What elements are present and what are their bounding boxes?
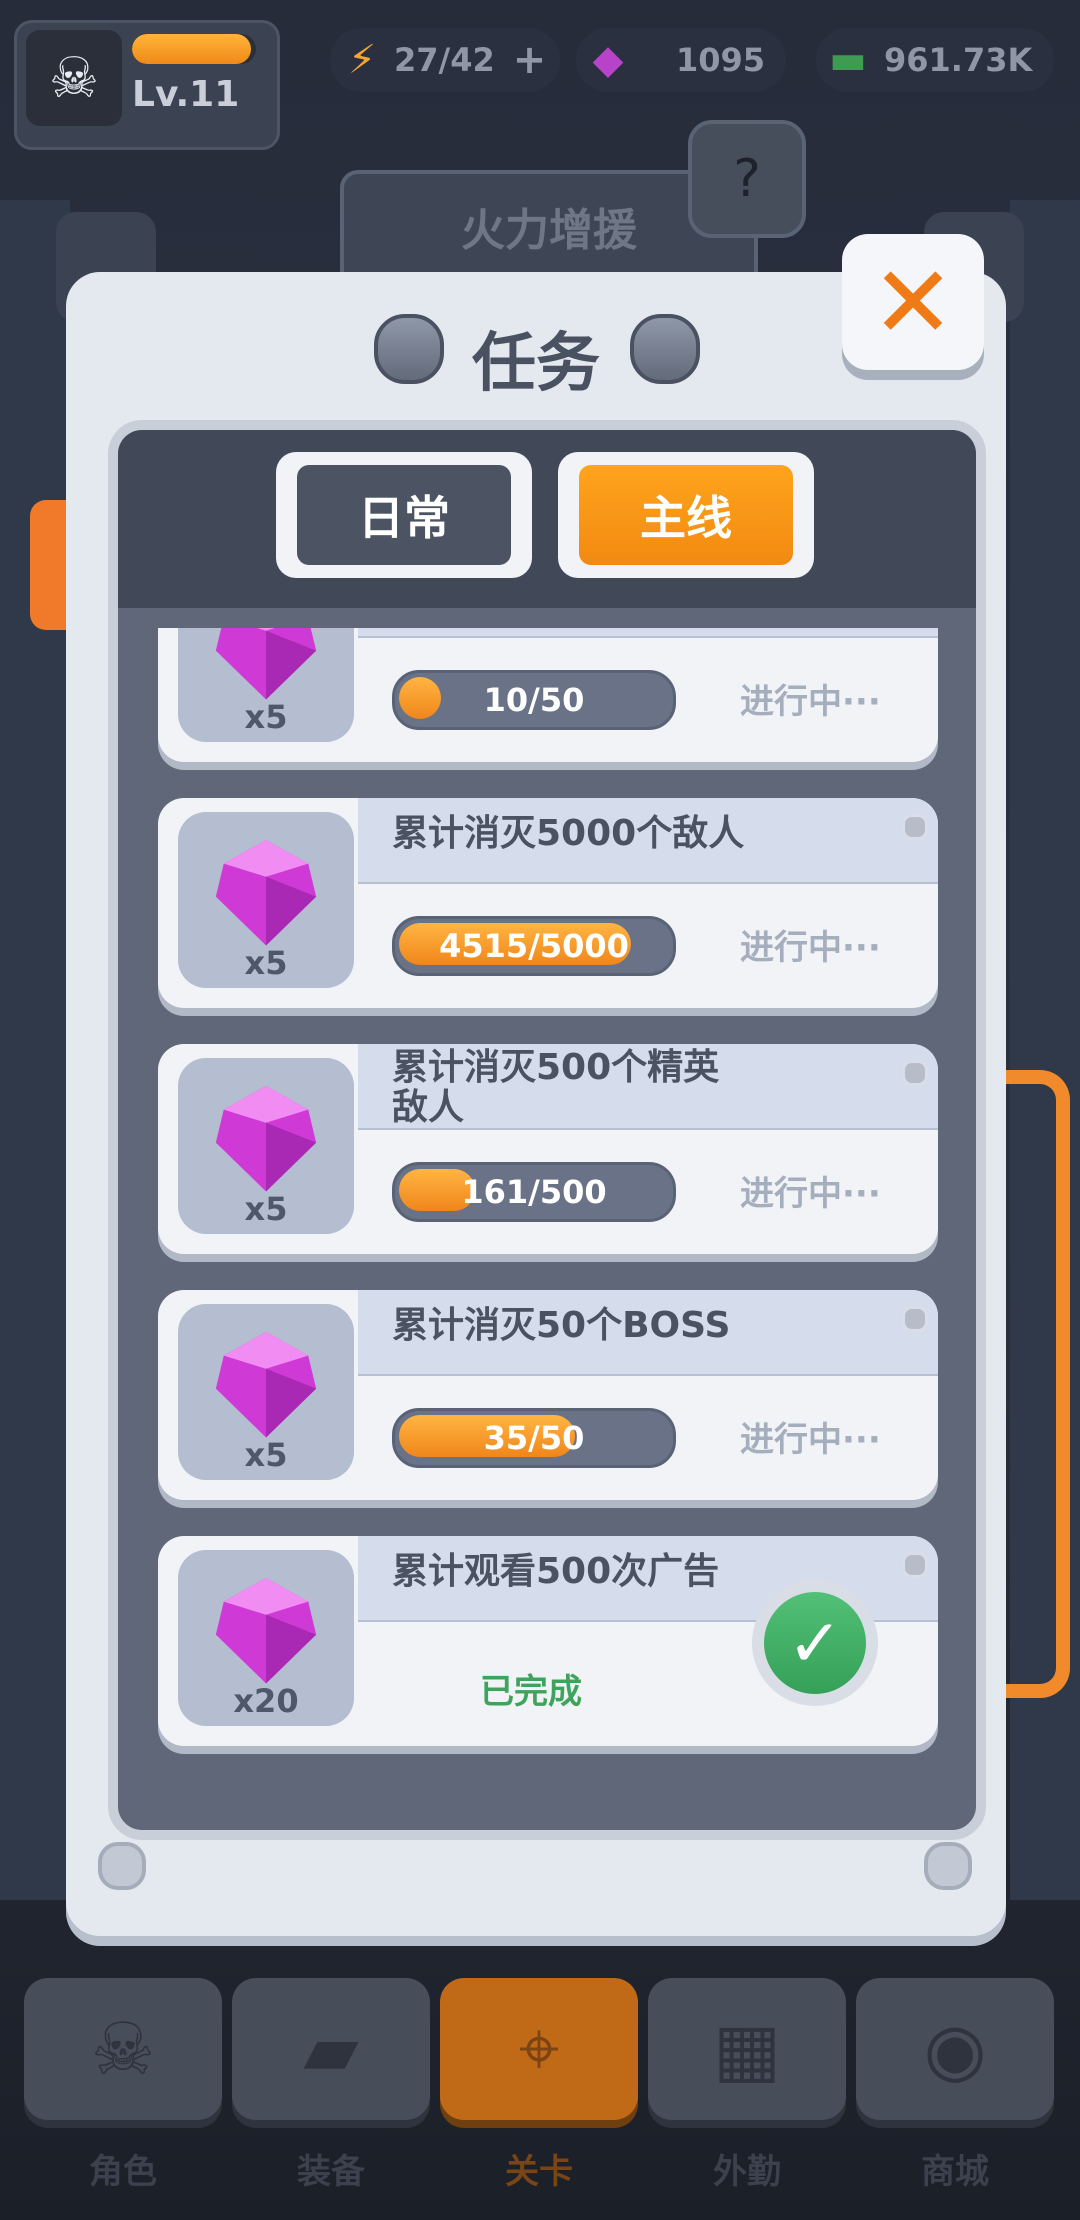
exp-bar-fill bbox=[132, 34, 252, 64]
task-status: 进行中··· bbox=[740, 1174, 881, 1214]
question-icon: ? bbox=[733, 149, 761, 209]
task-divider bbox=[358, 882, 938, 884]
task-progress-bar: 161/500 bbox=[392, 1162, 676, 1222]
card-dot bbox=[902, 1552, 928, 1578]
task-title: 累计消灭50个BOSS bbox=[392, 1305, 731, 1346]
nav-label-equipment: 装备 bbox=[297, 2152, 365, 2192]
cash-value: 961.73K bbox=[884, 41, 1033, 79]
task-divider bbox=[358, 1128, 938, 1130]
task-divider bbox=[358, 636, 938, 638]
task-progress-text: 161/500 bbox=[461, 1173, 607, 1211]
title-rivet-right bbox=[630, 314, 700, 384]
nav-character[interactable]: ☠ bbox=[24, 1978, 222, 2120]
help-bubble[interactable]: ? bbox=[688, 120, 806, 238]
skull-icon: ☠ bbox=[48, 45, 100, 111]
gem-value: 1095 bbox=[676, 41, 766, 79]
task-reward: x5 bbox=[178, 1304, 354, 1480]
task-title: 累计消灭5000个敌人 bbox=[392, 813, 745, 854]
reward-quantity: x20 bbox=[233, 1682, 299, 1720]
energy-value: 27/42 bbox=[394, 41, 495, 79]
task-card: x5 累计消灭500个精英敌人 161/500 进行中··· bbox=[158, 1044, 938, 1254]
task-divider bbox=[358, 1374, 938, 1376]
task-header bbox=[358, 628, 938, 636]
tab-main[interactable]: 主线 bbox=[558, 452, 814, 578]
task-progress-bar: 10/50 bbox=[392, 670, 676, 730]
energy-counter: ⚡ 27/42 + bbox=[330, 28, 560, 92]
nav-label-field: 外勤 bbox=[713, 2152, 781, 2192]
tab-daily-label: 日常 bbox=[297, 465, 511, 565]
reward-quantity: x5 bbox=[244, 698, 288, 736]
task-status: 进行中··· bbox=[740, 682, 881, 722]
screw-left bbox=[98, 1842, 146, 1890]
gem-icon bbox=[215, 1577, 317, 1684]
add-energy-button[interactable]: + bbox=[513, 37, 547, 83]
gem-icon: ◆ bbox=[592, 37, 624, 83]
task-card: x5 10/50 进行中··· bbox=[158, 628, 938, 762]
gun-icon: ▰ bbox=[303, 2007, 359, 2091]
task-status: 进行中··· bbox=[740, 1420, 881, 1460]
gem-counter: ◆ 1095 bbox=[576, 28, 786, 92]
task-reward: x5 bbox=[178, 1058, 354, 1234]
card-dot bbox=[902, 1306, 928, 1332]
task-card: x5 累计消灭50个BOSS 35/50 进行中··· bbox=[158, 1290, 938, 1500]
checkmark-icon: ✓ bbox=[764, 1592, 866, 1694]
card-dot bbox=[902, 1060, 928, 1086]
nav-stage[interactable]: ⌖ bbox=[440, 1978, 638, 2120]
task-panel: 日常 主线 x5 10/50 进行中··· x5 累计消灭5000个敌人 451… bbox=[108, 420, 986, 1840]
task-title: 累计观看500次广告 bbox=[392, 1551, 720, 1592]
grid-icon: ▦ bbox=[712, 2007, 782, 2091]
battery-icon: ⚡ bbox=[347, 37, 377, 83]
reward-quantity: x5 bbox=[244, 944, 288, 982]
reward-quantity: x5 bbox=[244, 1436, 288, 1474]
task-status: 已完成 bbox=[480, 1672, 582, 1712]
task-reward: x20 bbox=[178, 1550, 354, 1726]
cash-counter: ▬ 961.73K bbox=[816, 28, 1054, 92]
reward-quantity: x5 bbox=[244, 1190, 288, 1228]
task-reward: x5 bbox=[178, 812, 354, 988]
nav-field[interactable]: ▦ bbox=[648, 1978, 846, 2120]
nav-equipment[interactable]: ▰ bbox=[232, 1978, 430, 2120]
task-progress-text: 4515/5000 bbox=[439, 927, 629, 965]
nav-label-shop: 商城 bbox=[921, 2152, 989, 2192]
exp-bar bbox=[132, 34, 256, 64]
shop-icon: ◉ bbox=[923, 2007, 987, 2091]
gem-icon bbox=[215, 1085, 317, 1192]
task-progress-bar: 35/50 bbox=[392, 1408, 676, 1468]
avatar[interactable]: ☠ bbox=[26, 30, 122, 126]
close-button[interactable]: ✕ bbox=[842, 234, 984, 370]
task-list[interactable]: x5 10/50 进行中··· x5 累计消灭5000个敌人 4515/5000 bbox=[158, 628, 938, 1808]
background-left-panel bbox=[0, 200, 70, 1900]
close-icon: ✕ bbox=[871, 243, 955, 361]
player-level: Lv.11 bbox=[132, 74, 240, 115]
task-progress-bar: 4515/5000 bbox=[392, 916, 676, 976]
tab-main-label: 主线 bbox=[579, 465, 793, 565]
gem-icon bbox=[215, 839, 317, 946]
cash-icon: ▬ bbox=[829, 37, 867, 83]
modal-handle bbox=[1006, 1070, 1070, 1698]
modal-left-tab bbox=[30, 500, 70, 630]
task-reward: x5 bbox=[178, 628, 354, 742]
gem-icon bbox=[215, 1331, 317, 1438]
tab-daily[interactable]: 日常 bbox=[276, 452, 532, 578]
task-card: x20 累计观看500次广告 已完成 ✓ bbox=[158, 1536, 938, 1746]
task-card: x5 累计消灭5000个敌人 4515/5000 进行中··· bbox=[158, 798, 938, 1008]
card-dot bbox=[902, 814, 928, 840]
task-progress-text: 10/50 bbox=[483, 681, 585, 719]
tab-bar: 日常 主线 bbox=[118, 430, 976, 608]
nav-label-character: 角色 bbox=[89, 2152, 157, 2192]
claim-button[interactable]: ✓ bbox=[752, 1580, 878, 1706]
task-status: 进行中··· bbox=[740, 928, 881, 968]
screw-right bbox=[924, 1842, 972, 1890]
nav-label-stage: 关卡 bbox=[505, 2152, 573, 2192]
skull-icon: ☠ bbox=[90, 2007, 156, 2091]
task-title: 累计消灭500个精英敌人 bbox=[392, 1047, 720, 1128]
nav-shop[interactable]: ◉ bbox=[856, 1978, 1054, 2120]
map-pin-icon: ⌖ bbox=[518, 2006, 560, 2090]
task-progress-text: 35/50 bbox=[483, 1419, 585, 1457]
